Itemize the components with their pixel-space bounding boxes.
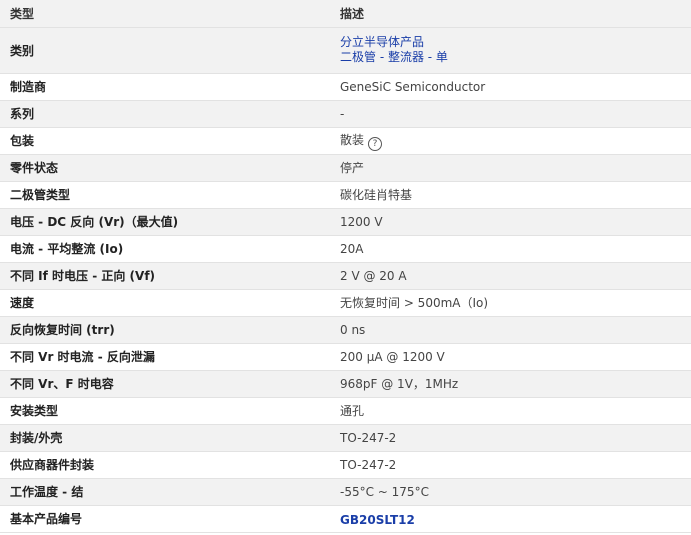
- table-row-mounting: 安装类型 通孔: [0, 397, 691, 425]
- category-link-discrete[interactable]: 分立半导体产品: [340, 35, 691, 50]
- attr-value-packaging: 散装?: [330, 127, 691, 155]
- attr-label: 供应商器件封装: [0, 451, 330, 479]
- table-row-vf: 不同 If 时电压 - 正向 (Vf) 2 V @ 20 A: [0, 262, 691, 290]
- table-row-category: 类别 分立半导体产品 二极管 - 整流器 - 单: [0, 27, 691, 74]
- attr-label: 封装/外壳: [0, 424, 330, 452]
- attr-label: 安装类型: [0, 397, 330, 425]
- attr-label: 速度: [0, 289, 330, 317]
- attr-label: 类别: [0, 27, 330, 74]
- table-row-diode-type: 二极管类型 碳化硅肖特基: [0, 181, 691, 209]
- attr-label: 制造商: [0, 73, 330, 101]
- table-row-op-temp: 工作温度 - 结 -55°C ~ 175°C: [0, 478, 691, 506]
- attr-value: 200 µA @ 1200 V: [330, 343, 691, 371]
- table-row-package: 封装/外壳 TO-247-2: [0, 424, 691, 452]
- attr-value: TO-247-2: [330, 451, 691, 479]
- table-row-trr: 反向恢复时间 (trr) 0 ns: [0, 316, 691, 344]
- attr-value: 通孔: [330, 397, 691, 425]
- attr-label: 电流 - 平均整流 (Io): [0, 235, 330, 263]
- base-part-link[interactable]: GB20SLT12: [340, 513, 415, 527]
- table-row-leakage: 不同 Vr 时电流 - 反向泄漏 200 µA @ 1200 V: [0, 343, 691, 371]
- attr-value: 968pF @ 1V，1MHz: [330, 370, 691, 398]
- table-row-vr: 电压 - DC 反向 (Vr)（最大值) 1200 V: [0, 208, 691, 236]
- attr-label: 反向恢复时间 (trr): [0, 316, 330, 344]
- packaging-value: 散装: [340, 132, 365, 147]
- table-row-supplier-package: 供应商器件封装 TO-247-2: [0, 451, 691, 479]
- attr-value: -55°C ~ 175°C: [330, 478, 691, 506]
- attr-value: 2 V @ 20 A: [330, 262, 691, 290]
- attr-label: 二极管类型: [0, 181, 330, 209]
- category-link-rectifier[interactable]: 二极管 - 整流器 - 单: [340, 50, 691, 65]
- attr-label: 系列: [0, 100, 330, 128]
- attr-value: 1200 V: [330, 208, 691, 236]
- table-row-packaging: 包装 散装?: [0, 127, 691, 155]
- attr-label: 工作温度 - 结: [0, 478, 330, 506]
- attr-value: 0 ns: [330, 316, 691, 344]
- attr-label: 不同 Vr、F 时电容: [0, 370, 330, 398]
- header-type: 类型: [0, 0, 330, 28]
- attr-label: 零件状态: [0, 154, 330, 182]
- table-row-base-part: 基本产品编号 GB20SLT12: [0, 505, 691, 533]
- attr-label: 不同 Vr 时电流 - 反向泄漏: [0, 343, 330, 371]
- attr-value-base-part: GB20SLT12: [330, 505, 691, 533]
- table-row-io: 电流 - 平均整流 (Io) 20A: [0, 235, 691, 263]
- attr-value: -: [330, 100, 691, 128]
- header-description: 描述: [330, 0, 691, 28]
- table-row-part-status: 零件状态 停产: [0, 154, 691, 182]
- table-row-speed: 速度 无恢复时间 > 500mA（Io): [0, 289, 691, 317]
- spec-table: 类型 描述 类别 分立半导体产品 二极管 - 整流器 - 单 制造商 GeneS…: [0, 0, 691, 533]
- attr-value: 20A: [330, 235, 691, 263]
- table-header-row: 类型 描述: [0, 0, 691, 28]
- table-row-capacitance: 不同 Vr、F 时电容 968pF @ 1V，1MHz: [0, 370, 691, 398]
- attr-value: 碳化硅肖特基: [330, 181, 691, 209]
- attr-value: TO-247-2: [330, 424, 691, 452]
- help-icon[interactable]: ?: [368, 136, 383, 151]
- attr-label: 包装: [0, 127, 330, 155]
- table-row-manufacturer: 制造商 GeneSiC Semiconductor: [0, 73, 691, 101]
- attr-label: 电压 - DC 反向 (Vr)（最大值): [0, 208, 330, 236]
- attr-label: 基本产品编号: [0, 505, 330, 533]
- attr-value-category: 分立半导体产品 二极管 - 整流器 - 单: [330, 27, 691, 74]
- attr-label: 不同 If 时电压 - 正向 (Vf): [0, 262, 330, 290]
- table-row-series: 系列 -: [0, 100, 691, 128]
- attr-value: GeneSiC Semiconductor: [330, 73, 691, 101]
- attr-value: 无恢复时间 > 500mA（Io): [330, 289, 691, 317]
- attr-value: 停产: [330, 154, 691, 182]
